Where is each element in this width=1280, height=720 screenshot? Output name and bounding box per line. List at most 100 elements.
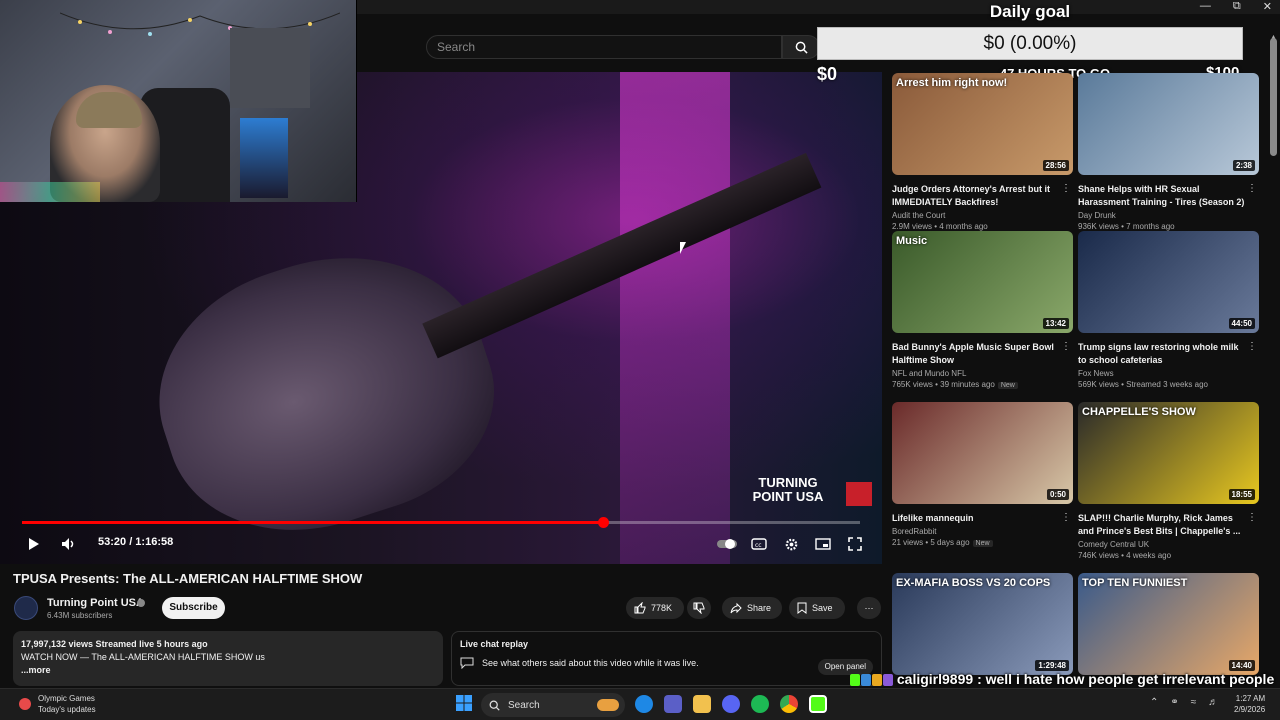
- miniplayer-button[interactable]: [814, 536, 832, 552]
- recommended-meta: 2.9M views • 4 months ago: [892, 222, 1073, 231]
- thumbnail-text: EX-MAFIA BOSS VS 20 COPS: [896, 577, 1051, 589]
- description-text: WATCH NOW — The ALL-AMERICAN HALFTIME SH…: [21, 652, 265, 662]
- search-icon: [489, 700, 500, 711]
- video-thumbnail[interactable]: CHAPPELLE'S SHOW 18:55: [1078, 402, 1259, 504]
- recommended-title[interactable]: Judge Orders Attorney's Arrest but it IM…: [892, 183, 1073, 209]
- show-more-link[interactable]: ...more: [21, 665, 435, 675]
- captions-button[interactable]: cc: [750, 536, 768, 552]
- obs-icon[interactable]: [809, 695, 827, 713]
- channel-name[interactable]: Turning Point USA: [47, 597, 144, 609]
- channel-avatar[interactable]: [14, 596, 38, 620]
- goal-min: $0: [817, 64, 838, 84]
- video-thumbnail[interactable]: TOP TEN FUNNIEST 14:40: [1078, 573, 1259, 675]
- widgets-button[interactable]: Olympic Games Today's updates: [18, 693, 96, 715]
- windows-logo-icon: [456, 695, 472, 711]
- chevron-up-icon[interactable]: ⌃: [1150, 697, 1158, 708]
- like-button[interactable]: 778K: [626, 597, 684, 619]
- start-button[interactable]: [456, 695, 474, 713]
- fullscreen-button[interactable]: [846, 536, 864, 552]
- recommended-channel: BoredRabbit: [892, 527, 937, 536]
- verified-icon: [137, 599, 145, 607]
- video-thumbnail[interactable]: 2:38: [1078, 73, 1259, 175]
- thumbnail-text: Arrest him right now!: [896, 77, 1008, 89]
- recommended-meta: 765K views • 39 minutes ago New: [892, 380, 1073, 389]
- volume-icon[interactable]: ♬: [1208, 697, 1218, 708]
- recommended-video[interactable]: CHAPPELLE'S SHOW 18:55 SLAP!!! Charlie Mur…: [1078, 402, 1259, 560]
- video-duration: 28:56: [1042, 160, 1069, 171]
- microphone-icon[interactable]: ⚭: [1170, 697, 1178, 708]
- video-thumbnail[interactable]: Music 13:42: [892, 231, 1073, 333]
- edge-icon[interactable]: [635, 695, 653, 713]
- video-thumbnail[interactable]: 44:50: [1078, 231, 1259, 333]
- settings-button[interactable]: [782, 536, 800, 552]
- video-thumbnail[interactable]: 0:50: [892, 402, 1073, 504]
- recommended-channel: Comedy Central UK: [1078, 540, 1150, 549]
- recommended-video[interactable]: 2:38 Shane Helps with HR Sexual Harassmen…: [1078, 73, 1259, 231]
- more-actions-button[interactable]: ⋯: [857, 597, 881, 619]
- recommended-video[interactable]: Music 13:42 Bad Bunny's Apple Music Super …: [892, 231, 1073, 389]
- thumbs-down-icon: [693, 602, 705, 614]
- more-vert-icon[interactable]: ⋮: [1247, 183, 1257, 194]
- scrollbar[interactable]: [1270, 38, 1277, 156]
- subscriber-count: 6.43M subscribers: [47, 611, 113, 620]
- recommended-meta: 936K views • 7 months ago: [1078, 222, 1259, 231]
- teams-icon[interactable]: [664, 695, 682, 713]
- video-duration: 18:55: [1228, 489, 1255, 500]
- progress-thumb[interactable]: [597, 517, 609, 528]
- view-stats: 17,997,132 views Streamed live 5 hours a…: [21, 639, 208, 649]
- minimize-icon[interactable]: —: [1200, 0, 1211, 13]
- recommended-video[interactable]: 44:50 Trump signs law restoring whole mil…: [1078, 231, 1259, 389]
- search-input[interactable]: Search: [426, 35, 782, 59]
- spotify-icon[interactable]: [751, 695, 769, 713]
- video-thumbnail[interactable]: EX-MAFIA BOSS VS 20 COPS 1:29:48: [892, 573, 1073, 675]
- recommended-title[interactable]: Shane Helps with HR Sexual Harassment Tr…: [1078, 183, 1259, 209]
- subscribe-button[interactable]: Subscribe: [162, 597, 225, 619]
- progress-bar[interactable]: [22, 517, 860, 528]
- recommended-title[interactable]: Trump signs law restoring whole milk to …: [1078, 341, 1259, 367]
- clock-date: 2/9/2026: [1234, 705, 1266, 714]
- video-thumbnail[interactable]: Arrest him right now! 28:56: [892, 73, 1073, 175]
- recommended-title[interactable]: SLAP!!! Charlie Murphy, Rick James and P…: [1078, 512, 1259, 538]
- play-button[interactable]: [26, 536, 42, 552]
- more-vert-icon[interactable]: ⋮: [1061, 341, 1071, 352]
- description-box[interactable]: 17,997,132 views Streamed live 5 hours a…: [13, 631, 443, 686]
- recommended-video[interactable]: Arrest him right now! 28:56 Judge Orders A…: [892, 73, 1073, 231]
- taskbar-clock[interactable]: 1:27 AM 2/9/2026: [1234, 693, 1265, 715]
- screen: — ⧉ ✕ Search TURNING POINT USA 53:20 / 1…: [0, 0, 1280, 720]
- file-explorer-icon[interactable]: [693, 695, 711, 713]
- more-vert-icon[interactable]: ⋮: [1247, 512, 1257, 523]
- progress-fill: [22, 521, 603, 524]
- recommended-title[interactable]: Bad Bunny's Apple Music Super Bowl Halft…: [892, 341, 1073, 367]
- goal-progress-bar: $0 (0.00%): [817, 27, 1243, 60]
- widget-title: Olympic Games: [38, 694, 95, 703]
- volume-button[interactable]: [60, 536, 78, 552]
- more-vert-icon[interactable]: ⋮: [1061, 512, 1071, 523]
- search-button[interactable]: [782, 35, 820, 59]
- autoplay-toggle[interactable]: [716, 537, 738, 551]
- restore-icon[interactable]: ⧉: [1233, 0, 1241, 13]
- close-icon[interactable]: ✕: [1263, 0, 1272, 13]
- channel-watermark: TURNING POINT USA: [752, 475, 824, 504]
- recommended-title[interactable]: Lifelike mannequin: [892, 512, 1073, 525]
- save-button[interactable]: Save: [789, 597, 845, 619]
- video-duration: 1:29:48: [1035, 660, 1069, 671]
- sub-badge-icon: [861, 674, 871, 687]
- fullscreen-icon: [848, 537, 862, 551]
- subscribe-badge-icon[interactable]: [846, 482, 872, 506]
- goal-title: Daily goal: [989, 2, 1071, 21]
- new-badge: New: [972, 540, 993, 547]
- recommended-video[interactable]: 0:50 Lifelike mannequin BoredRabbit 21 view…: [892, 402, 1073, 547]
- dislike-button[interactable]: [687, 597, 711, 619]
- discord-icon[interactable]: [722, 695, 740, 713]
- recommended-video[interactable]: EX-MAFIA BOSS VS 20 COPS 1:29:48: [892, 573, 1073, 675]
- recommended-video[interactable]: TOP TEN FUNNIEST 14:40: [1078, 573, 1259, 675]
- taskbar-search[interactable]: Search: [481, 693, 625, 717]
- more-vert-icon[interactable]: ⋮: [1061, 183, 1071, 194]
- live-chat-replay: Live chat replay See what others said ab…: [451, 631, 882, 686]
- more-vert-icon[interactable]: ⋮: [1247, 341, 1257, 352]
- thumbnail-text: CHAPPELLE'S SHOW: [1082, 406, 1196, 418]
- wifi-icon[interactable]: ≈: [1191, 697, 1197, 708]
- share-button[interactable]: Share: [722, 597, 782, 619]
- svg-text:cc: cc: [755, 542, 762, 549]
- chrome-icon[interactable]: [780, 695, 798, 713]
